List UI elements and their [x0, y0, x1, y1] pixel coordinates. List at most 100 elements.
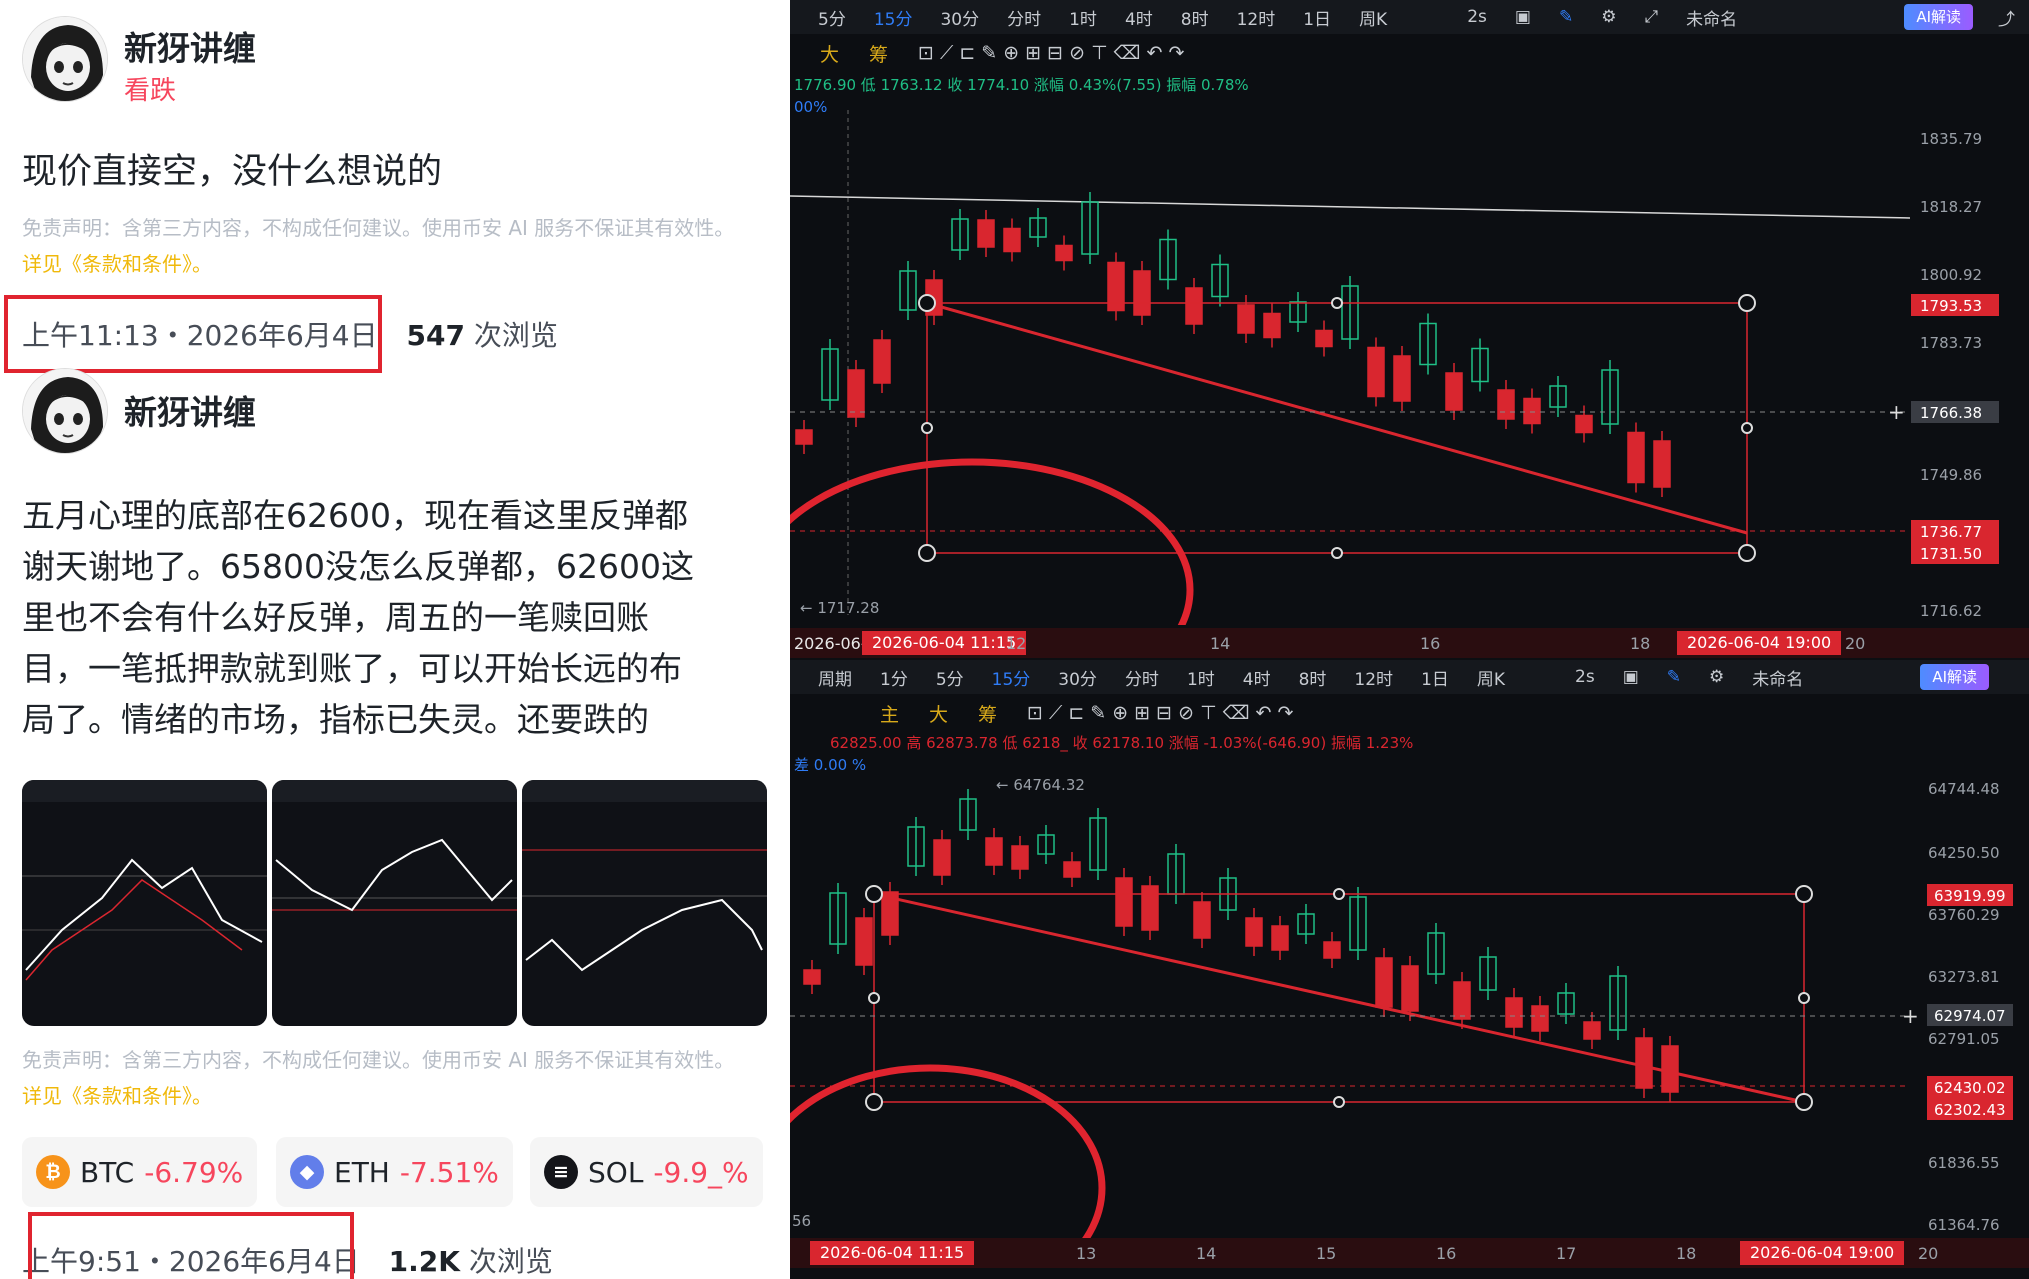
- candle-down: [1003, 227, 1021, 253]
- fullscreen-icon[interactable]: ⤢: [1644, 7, 1658, 27]
- pen-icon[interactable]: ✎: [1559, 7, 1573, 27]
- interval-1m[interactable]: 1分: [880, 665, 908, 690]
- post-text: 现价直接空，没什么想说的: [22, 152, 443, 192]
- interval-timeline[interactable]: 分时: [1125, 665, 1159, 690]
- price-tag-upper-text: 1793.53: [1920, 297, 1982, 315]
- camera-icon[interactable]: ▣: [1623, 667, 1639, 687]
- candle-down: [795, 429, 813, 445]
- candle-down: [803, 969, 821, 985]
- annotation-box: [28, 1212, 354, 1279]
- avatar-image: [23, 369, 107, 453]
- draw-tools-icon[interactable]: ⊡ ⟋ ⊏ ✎ ⊕ ⊞ ⊟ ⊘ ⊤ ⌫ ↶ ↷: [918, 42, 1184, 64]
- ai-interpret-button[interactable]: AI解读: [1904, 4, 1973, 30]
- author-name[interactable]: 新犽讲缠: [124, 22, 256, 70]
- sentiment-badge: 看跌: [124, 76, 177, 106]
- main-chart-toggle[interactable]: 主: [880, 700, 899, 727]
- chips-toggle[interactable]: 筹: [869, 40, 888, 67]
- period-dropdown[interactable]: 周期: [818, 665, 852, 690]
- thumbnail-chart: [22, 780, 267, 981]
- btc-price-chart[interactable]: 64744.48 64250.50 63760.29 63273.81 6279…: [790, 770, 2029, 1240]
- bitcoin-icon: ₿: [36, 1155, 70, 1189]
- interval-8h[interactable]: 8时: [1299, 665, 1327, 690]
- coin-tag-sol[interactable]: ≡ SOL -9.9_%: [530, 1137, 763, 1207]
- share-icon[interactable]: ⤴: [1998, 5, 2015, 30]
- interval-1d[interactable]: 1日: [1303, 5, 1331, 30]
- time-start-tag: 2026-06-04 11:15: [810, 1241, 975, 1265]
- view-count: 547: [406, 319, 465, 352]
- layout-name[interactable]: 未命名: [1686, 5, 1737, 30]
- price-tag-cursor-text: 62974.07: [1934, 1007, 2006, 1025]
- coin-change: -9.9_%: [653, 1155, 749, 1189]
- interval-5m[interactable]: 5分: [818, 5, 846, 30]
- author-avatar[interactable]: [22, 368, 108, 454]
- interval-15m[interactable]: 15分: [874, 5, 913, 30]
- interval-12h[interactable]: 12时: [1354, 665, 1393, 690]
- candle-down: [985, 837, 1003, 866]
- candle-down: [933, 839, 951, 876]
- interval-1w[interactable]: 周K: [1359, 5, 1387, 30]
- interval-15m[interactable]: 15分: [992, 665, 1031, 690]
- time-label: 14: [1196, 1244, 1217, 1263]
- chips-toggle[interactable]: 筹: [978, 700, 997, 727]
- price-label: 1716.62: [1920, 602, 1982, 620]
- candle-down: [1523, 397, 1541, 425]
- time-axis: 2026-06-0 2026-06-04 11:15 12 14 16 18 2…: [790, 628, 2029, 658]
- ai-interpret-button[interactable]: AI解读: [1920, 664, 1989, 690]
- terms-link[interactable]: 详见《条款和条件》。: [22, 1084, 212, 1108]
- chart-thumbnail[interactable]: [522, 780, 767, 1026]
- chart-thumbnail[interactable]: [22, 780, 267, 1026]
- author-name[interactable]: 新犽讲缠: [124, 386, 256, 434]
- candle-down: [1323, 941, 1341, 959]
- terms-link[interactable]: 详见《条款和条件》。: [22, 252, 212, 276]
- chart-thumbnail[interactable]: [272, 780, 517, 1026]
- draw-tools-icon[interactable]: ⊡ ⟋ ⊏ ✎ ⊕ ⊞ ⊟ ⊘ ⊤ ⌫ ↶ ↷: [1027, 702, 1293, 724]
- settings-icon[interactable]: ⚙: [1601, 7, 1616, 27]
- interval-30m[interactable]: 30分: [940, 5, 979, 30]
- interval-toolbar: 周期 1分 5分 15分 30分 分时 1时 4时 8时 12时 1日 周K 2…: [790, 660, 2029, 694]
- interval-30m[interactable]: 30分: [1058, 665, 1097, 690]
- left-number: 56: [792, 1212, 811, 1230]
- time-label: 14: [1210, 634, 1231, 653]
- interval-1h[interactable]: 1时: [1069, 5, 1097, 30]
- author-avatar[interactable]: [22, 16, 108, 102]
- pen-icon[interactable]: ✎: [1667, 667, 1681, 687]
- refresh-rate[interactable]: 2s: [1575, 667, 1595, 687]
- interval-4h[interactable]: 4时: [1125, 5, 1153, 30]
- interval-8h[interactable]: 8时: [1181, 5, 1209, 30]
- interval-1w[interactable]: 周K: [1477, 665, 1505, 690]
- add-alert-icon[interactable]: +: [1888, 400, 1905, 424]
- candle-down: [1011, 845, 1029, 870]
- coin-tag-btc[interactable]: ₿ BTC -6.79%: [22, 1137, 258, 1207]
- interval-4h[interactable]: 4时: [1243, 665, 1271, 690]
- price-tag-lower1-text: 1736.77: [1920, 523, 1982, 541]
- time-label: 12: [1006, 634, 1027, 653]
- candle-down: [1575, 414, 1593, 434]
- avatar-image: [23, 17, 107, 101]
- candle-down: [847, 369, 865, 418]
- camera-icon[interactable]: ▣: [1515, 7, 1531, 27]
- candle-series: [803, 789, 1679, 1102]
- settings-icon[interactable]: ⚙: [1709, 667, 1724, 687]
- coin-tag-eth[interactable]: ◆ ETH -7.51%: [276, 1137, 513, 1207]
- interval-timeline[interactable]: 分时: [1007, 5, 1041, 30]
- post-line: 五月心理的底部在62600，现在看这里反弹都: [22, 496, 688, 535]
- candle-down: [1531, 1005, 1549, 1032]
- trend-line: [873, 892, 1805, 1104]
- candle-down: [1063, 861, 1081, 878]
- big-order-toggle[interactable]: 大: [820, 40, 839, 67]
- interval-1h[interactable]: 1时: [1187, 665, 1215, 690]
- interval-1d[interactable]: 1日: [1421, 665, 1449, 690]
- coin-symbol: ETH: [334, 1155, 390, 1189]
- candle-down: [1245, 917, 1263, 947]
- big-order-toggle[interactable]: 大: [929, 700, 948, 727]
- interval-12h[interactable]: 12时: [1237, 5, 1276, 30]
- disclaimer: 免责声明：含第三方内容，不构成任何建议。使用币安 AI 服务不保证其有效性。 详…: [22, 210, 752, 282]
- add-alert-icon[interactable]: +: [1902, 1004, 1919, 1028]
- view-label: 次浏览: [468, 1245, 553, 1278]
- candle-down: [1315, 329, 1333, 348]
- interval-5m[interactable]: 5分: [936, 665, 964, 690]
- time-label: 16: [1420, 634, 1441, 653]
- refresh-rate[interactable]: 2s: [1467, 7, 1487, 27]
- eth-price-chart[interactable]: 1835.79 1818.27 1800.92 1783.73 1749.86 …: [790, 110, 2029, 625]
- layout-name[interactable]: 未命名: [1752, 665, 1803, 690]
